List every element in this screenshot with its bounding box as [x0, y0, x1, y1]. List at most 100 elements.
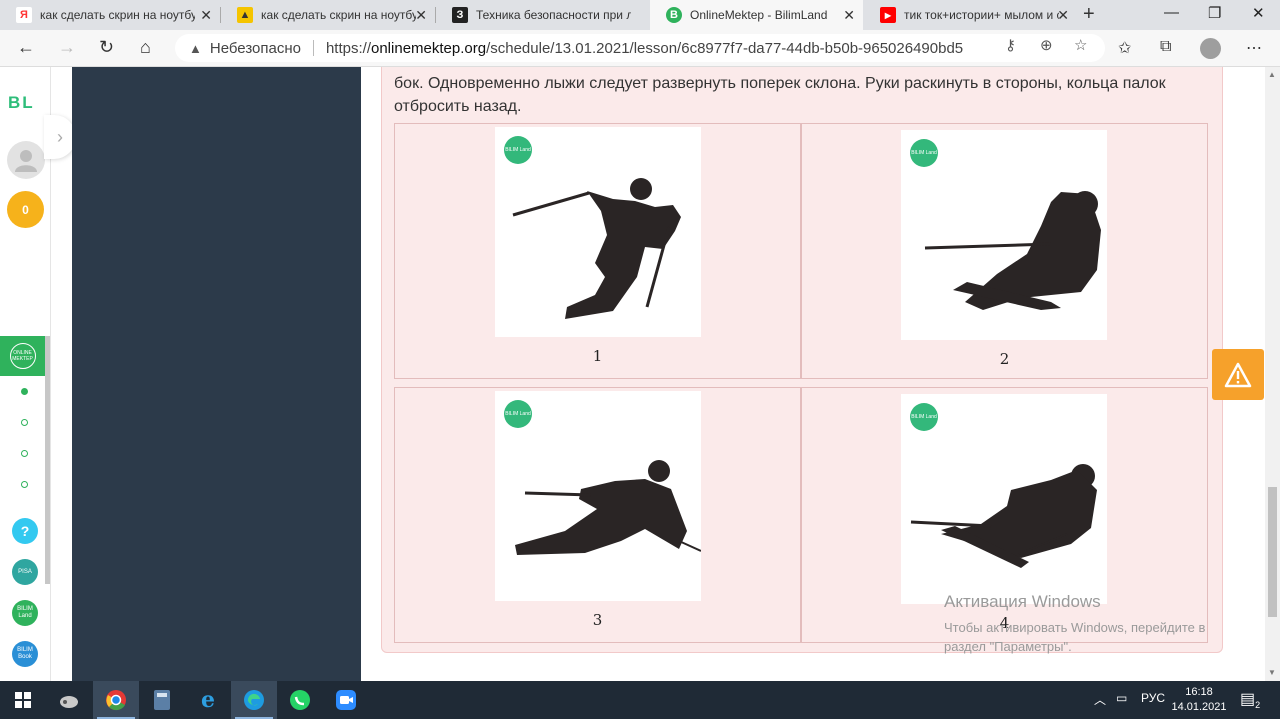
- internet-explorer-icon: e: [201, 687, 215, 713]
- notification-count: 2: [1255, 700, 1261, 711]
- network-icon[interactable]: ▭: [1116, 691, 1127, 705]
- taskbar-app-chrome[interactable]: [93, 681, 139, 719]
- skier-silhouette-2: [924, 191, 1101, 310]
- user-icon: [15, 150, 37, 172]
- clock[interactable]: 16:18 14.01.2021: [1168, 685, 1230, 715]
- taskbar-app-ie[interactable]: e: [185, 681, 231, 719]
- warning-triangle-icon: [1224, 362, 1252, 387]
- option-number: 2: [999, 350, 1010, 368]
- minimize-icon[interactable]: —: [1164, 4, 1179, 21]
- activation-line-2: раздел "Параметры".: [944, 639, 1072, 654]
- skier-image: BILIM Land: [901, 394, 1107, 604]
- clock-time: 16:18: [1185, 686, 1213, 698]
- lesson-navigation-panel: [72, 67, 361, 681]
- answer-option-1[interactable]: BILIM Land 1: [394, 123, 801, 379]
- image-icon: ▲: [237, 7, 253, 23]
- security-label[interactable]: Небезопасно: [210, 40, 301, 57]
- new-tab-button[interactable]: +: [1083, 3, 1095, 26]
- language-indicator[interactable]: РУС: [1141, 691, 1165, 705]
- bilimland-app-icon[interactable]: BILIM Land: [12, 600, 38, 626]
- chrome-icon: [106, 690, 126, 711]
- restore-icon[interactable]: ❐: [1208, 4, 1221, 22]
- page-scrollbar[interactable]: ▲ ▼: [1265, 67, 1280, 681]
- bl-logo[interactable]: BL: [8, 93, 35, 113]
- lesson-step-dot[interactable]: [21, 419, 28, 426]
- taskbar-app-whatsapp[interactable]: [277, 681, 323, 719]
- coins-badge[interactable]: 0: [7, 191, 44, 228]
- lesson-step-dot[interactable]: [21, 388, 28, 395]
- answer-option-2[interactable]: BILIM Land 2: [801, 123, 1208, 379]
- skier-silhouette-3: [515, 460, 701, 555]
- skier-silhouette-4: [910, 464, 1097, 568]
- taskbar-app-zoom[interactable]: [323, 681, 369, 719]
- close-window-icon[interactable]: ✕: [1252, 4, 1265, 22]
- close-tab-icon[interactable]: ✕: [415, 7, 427, 24]
- taskbar-app-calculator[interactable]: [139, 681, 185, 719]
- tab-2[interactable]: ▲ как сделать скрин на ноутбуке ✕: [221, 0, 435, 30]
- close-tab-icon[interactable]: ✕: [843, 7, 855, 24]
- scroll-down-icon[interactable]: ▼: [1268, 668, 1276, 677]
- key-icon[interactable]: ⚷: [1005, 36, 1016, 54]
- calculator-icon: [154, 690, 170, 710]
- help-icon[interactable]: ?: [12, 518, 38, 544]
- windows-logo-icon: [15, 692, 31, 708]
- tab-strip: Я как сделать скрин на ноутбуке ✕ ▲ как …: [0, 0, 1280, 30]
- answer-option-3[interactable]: BILIM Land 3: [394, 387, 801, 643]
- option-number: 1: [592, 347, 603, 365]
- option-number: 3: [592, 611, 603, 629]
- web-page: BL 0 ONLINE MEKTEP ? PISA BILIM Land BIL…: [0, 67, 1280, 681]
- user-avatar[interactable]: [7, 141, 45, 179]
- online-mektep-icon: ONLINE MEKTEP: [9, 343, 36, 369]
- question-card: бок. Одновременно лыжи следует развернут…: [381, 67, 1223, 653]
- pisa-icon[interactable]: PISA: [12, 559, 38, 585]
- tab-title: Техника безопасности при лы...: [476, 8, 631, 22]
- refresh-icon[interactable]: ↻: [99, 37, 114, 58]
- skier-image: BILIM Land: [495, 127, 701, 337]
- profile-avatar[interactable]: [1200, 38, 1221, 59]
- menu-icon[interactable]: ⋯: [1246, 38, 1262, 58]
- lesson-step-dot[interactable]: [21, 481, 28, 488]
- close-tab-icon[interactable]: ✕: [1057, 7, 1069, 24]
- tab-5[interactable]: ▶ тик ток+истории+ мылом и с... ✕: [864, 0, 1077, 30]
- windows-taskbar: e ︿ ▭ РУС 16:18 14.01.2021 ▤2: [0, 681, 1280, 719]
- edge-icon: [244, 690, 264, 710]
- game-controller-icon: [60, 696, 78, 708]
- address-bar[interactable]: ▲ Небезопасно https://onlinemektep.org/s…: [175, 34, 1105, 62]
- taskbar-app-edge[interactable]: [231, 681, 277, 719]
- favorite-star-icon[interactable]: ☆: [1074, 36, 1087, 54]
- clock-date: 14.01.2021: [1171, 701, 1227, 713]
- collections-icon[interactable]: ⧉: [1160, 38, 1171, 56]
- zoom-app-icon: [336, 690, 356, 710]
- notifications-icon[interactable]: ▤2: [1240, 689, 1260, 710]
- start-button[interactable]: [0, 681, 46, 719]
- activation-title: Активация Windows: [944, 592, 1101, 611]
- url-text[interactable]: https://onlinemektep.org/schedule/13.01.…: [326, 40, 963, 57]
- forward-icon[interactable]: →: [58, 37, 76, 58]
- show-hidden-icons[interactable]: ︿: [1094, 691, 1106, 708]
- warning-icon[interactable]: ▲: [189, 41, 202, 56]
- bilimbook-icon[interactable]: BILIM Book: [12, 641, 38, 667]
- tab-title: OnlineMektep - BilimLand: [690, 8, 828, 22]
- home-icon[interactable]: ⌂: [140, 37, 151, 58]
- zoom-icon[interactable]: ⊕: [1040, 36, 1053, 54]
- youtube-icon: ▶: [880, 7, 896, 23]
- sidebar-item-online-mektep[interactable]: ONLINE MEKTEP: [0, 336, 45, 376]
- favorites-icon[interactable]: ✩: [1118, 38, 1131, 58]
- scrollbar-thumb[interactable]: [1268, 487, 1277, 617]
- close-tab-icon[interactable]: ✕: [200, 7, 212, 24]
- tab-1[interactable]: Я как сделать скрин на ноутбуке ✕: [0, 0, 220, 30]
- tab-4-active[interactable]: B OnlineMektep - BilimLand ✕: [650, 0, 863, 30]
- sidebar-scrollbar[interactable]: [45, 336, 50, 584]
- skier-image: BILIM Land: [495, 391, 701, 601]
- tab-3[interactable]: З Техника безопасности при лы...: [436, 0, 650, 30]
- tab-title: как сделать скрин на ноутбуке: [40, 8, 195, 22]
- yandex-icon: Я: [16, 7, 32, 23]
- tab-title: как сделать скрин на ноутбуке: [261, 8, 416, 22]
- taskbar-app-game[interactable]: [46, 681, 92, 719]
- bilimland-icon: B: [666, 7, 682, 23]
- sidebar: BL 0 ONLINE MEKTEP ? PISA BILIM Land BIL…: [0, 67, 51, 681]
- lesson-step-dot[interactable]: [21, 450, 28, 457]
- back-icon[interactable]: ←: [17, 37, 35, 58]
- scroll-up-icon[interactable]: ▲: [1268, 70, 1276, 79]
- report-problem-button[interactable]: [1212, 349, 1264, 400]
